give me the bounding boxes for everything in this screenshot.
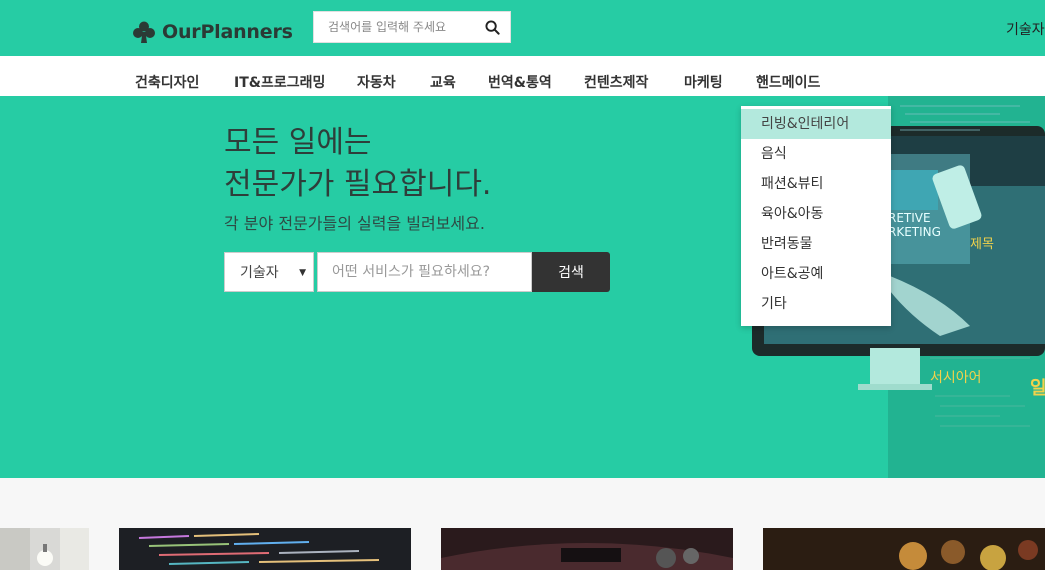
- dropdown-item-art-craft[interactable]: 아트&공예: [741, 259, 891, 289]
- dropdown-item-fashion-beauty[interactable]: 패션&뷰티: [741, 169, 891, 199]
- header-search: [313, 11, 511, 43]
- nav-item-education[interactable]: 교육: [430, 72, 456, 92]
- service-search-button[interactable]: 검색: [532, 252, 610, 292]
- hero-title-line2: 전문가가 필요합니다.: [224, 167, 492, 202]
- thumbnail-programming[interactable]: [119, 528, 411, 570]
- dropdown-item-kids[interactable]: 육아&아동: [741, 199, 891, 229]
- dropdown-item-food[interactable]: 음식: [741, 139, 891, 169]
- art-text-1: RETIVE: [888, 211, 931, 225]
- nav-item-car[interactable]: 자동차: [357, 72, 396, 92]
- service-type-value: 기술자: [240, 265, 279, 281]
- top-bar: OurPlanners 기술자: [0, 0, 1045, 56]
- search-icon: [484, 19, 500, 35]
- hero-title: 모든 일에는 전문가가 필요합니다.: [224, 122, 491, 206]
- thumbnail-handmade[interactable]: [763, 528, 1045, 570]
- logo[interactable]: OurPlanners: [132, 20, 293, 44]
- nav-item-content[interactable]: 컨텐츠제작: [584, 72, 648, 92]
- service-type-select[interactable]: 기술자 ▼: [224, 252, 314, 292]
- category-thumbnails: [0, 478, 1045, 570]
- club-icon: [133, 21, 155, 43]
- caret-down-icon: ▼: [299, 268, 306, 278]
- service-search-field: [317, 252, 532, 292]
- nav-item-it-programming[interactable]: IT&프로그래밍: [234, 72, 325, 92]
- thumbnail-interior[interactable]: [0, 528, 89, 570]
- art-text-3: 제목: [970, 237, 994, 252]
- nav-item-architecture[interactable]: 건축디자인: [135, 72, 199, 92]
- dropdown-item-living-interior[interactable]: 리빙&인테리어: [741, 109, 891, 139]
- logo-text: OurPlanners: [162, 21, 293, 43]
- category-nav: 건축디자인 IT&프로그래밍 자동차 교육 번역&통역 컨텐츠제작 마케팅 핸드…: [0, 56, 1045, 96]
- hero-subtitle: 각 분야 전문가들의 실력을 빌려보세요.: [224, 214, 485, 233]
- dropdown-item-pets[interactable]: 반려동물: [741, 229, 891, 259]
- header-search-input[interactable]: [314, 12, 474, 42]
- hero-title-line1: 모든 일에는: [224, 125, 372, 160]
- art-text-2: RKETING: [888, 225, 941, 239]
- header-search-button[interactable]: [474, 12, 510, 42]
- art-text-4: 서시아어: [930, 370, 982, 386]
- nav-item-handmade[interactable]: 핸드메이드: [756, 72, 820, 92]
- handmade-dropdown-menu: 리빙&인테리어 음식 패션&뷰티 육아&아동 반려동물 아트&공예 기타: [741, 106, 891, 326]
- art-text-5: 일: [1030, 378, 1045, 399]
- expert-link[interactable]: 기술자: [1006, 19, 1045, 39]
- service-search-input[interactable]: [318, 253, 531, 291]
- dropdown-item-etc[interactable]: 기타: [741, 289, 891, 319]
- nav-item-marketing[interactable]: 마케팅: [684, 72, 723, 92]
- thumbnail-car[interactable]: [441, 528, 733, 570]
- nav-item-translation[interactable]: 번역&통역: [488, 72, 552, 92]
